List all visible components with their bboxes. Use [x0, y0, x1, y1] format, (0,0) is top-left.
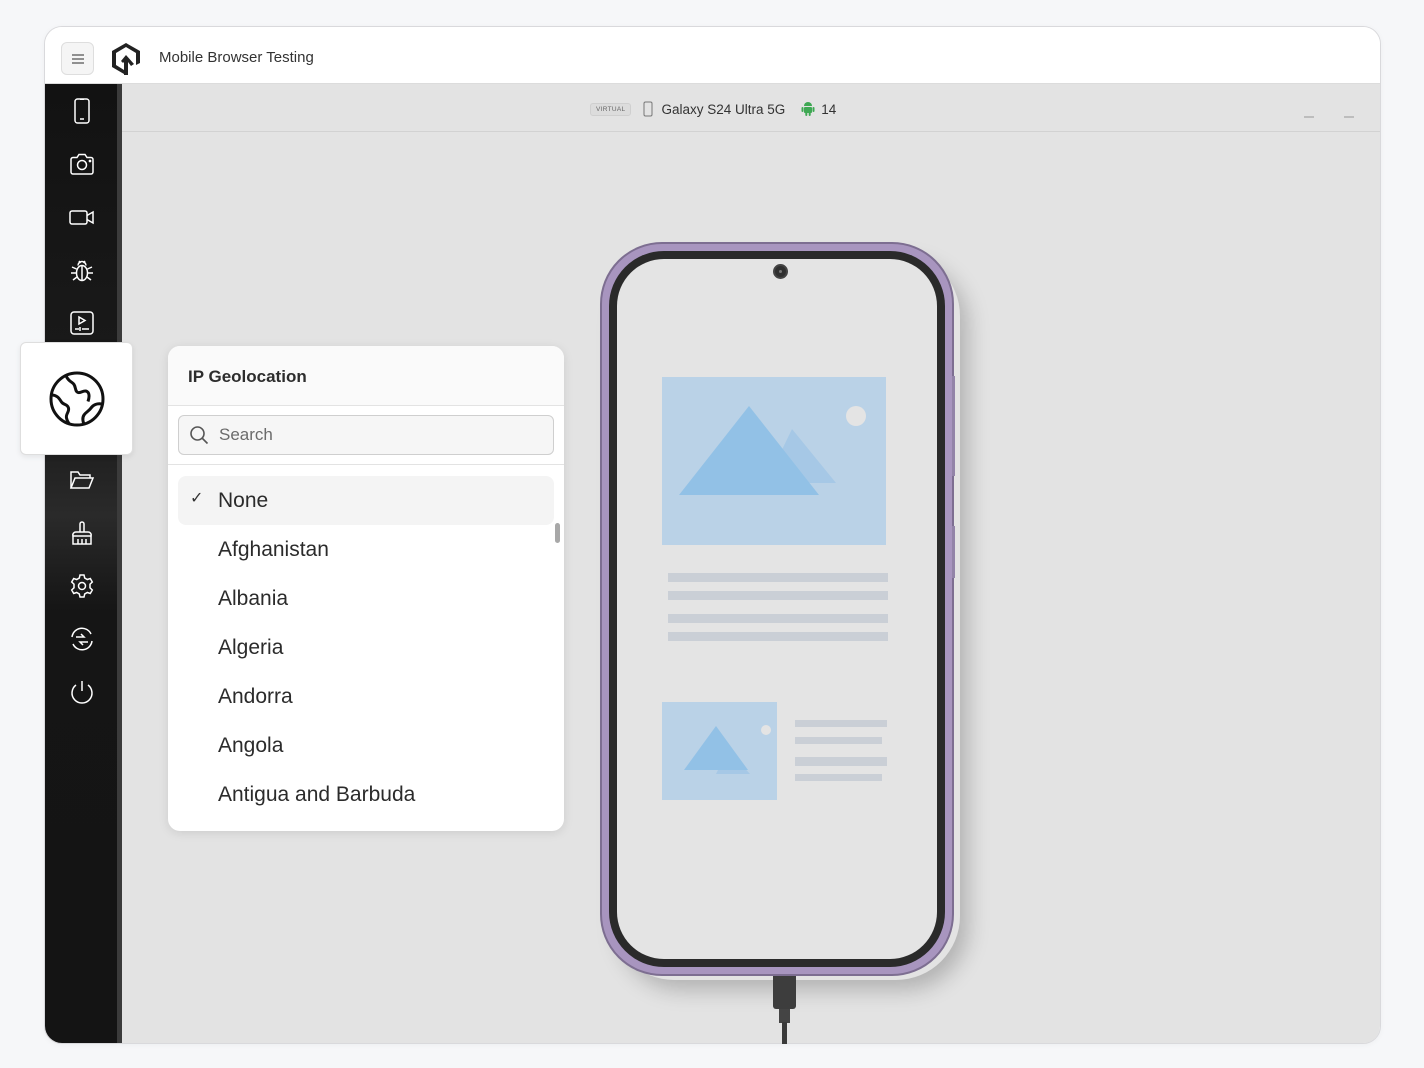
- country-option[interactable]: Afghanistan: [178, 525, 554, 574]
- phone-bezel: [609, 251, 945, 967]
- phone-power-button: [952, 526, 955, 578]
- country-search-input[interactable]: [219, 425, 519, 445]
- placeholder-text-line: [668, 591, 888, 600]
- country-option-none[interactable]: ✓ None: [178, 476, 554, 525]
- option-label: None: [218, 488, 269, 512]
- option-label: Angola: [218, 733, 284, 757]
- device-screen[interactable]: [617, 259, 937, 959]
- country-option[interactable]: Antigua and Barbuda: [178, 770, 554, 819]
- placeholder-text-line: [795, 737, 882, 744]
- menu-button[interactable]: [61, 42, 94, 75]
- sidebar-item-clean-cache[interactable]: [65, 516, 99, 550]
- virtual-badge: VIRTUAL: [590, 102, 632, 116]
- country-option[interactable]: Albania: [178, 574, 554, 623]
- option-label: Albania: [218, 586, 289, 610]
- phone-volume-button: [952, 376, 955, 476]
- sidebar-item-settings[interactable]: [65, 569, 99, 603]
- panel-title: IP Geolocation: [168, 346, 564, 406]
- top-bar: Mobile Browser Testing: [45, 27, 1380, 84]
- sidebar-item-media-playback[interactable]: [65, 306, 99, 340]
- brush-icon: [72, 521, 92, 545]
- sidebar-item-rotate-sync[interactable]: [65, 622, 99, 656]
- video-camera-icon: [69, 210, 94, 225]
- folder-open-icon: [69, 471, 95, 489]
- sidebar-item-end-session[interactable]: [65, 675, 99, 709]
- minimize-control[interactable]: [1304, 116, 1314, 118]
- option-label: Afghanistan: [218, 537, 329, 561]
- sidebar-item-debug[interactable]: [65, 253, 99, 287]
- phone-frame: [600, 242, 954, 976]
- usb-cable-neck: [779, 1009, 790, 1023]
- usb-cable-wire: [782, 1022, 787, 1044]
- power-icon: [71, 681, 93, 704]
- country-option[interactable]: Algeria: [178, 623, 554, 672]
- device-info: VIRTUAL Galaxy S24 Ultra 5G 14: [590, 101, 836, 117]
- sidebar-item-record-video[interactable]: [65, 200, 99, 234]
- phone-outline-icon: [643, 101, 653, 117]
- sync-arrows-icon: [71, 627, 93, 651]
- app-title: Mobile Browser Testing: [159, 49, 314, 66]
- device-name: Galaxy S24 Ultra 5G: [661, 101, 786, 117]
- option-label: Andorra: [218, 684, 293, 708]
- camera-icon: [70, 153, 94, 175]
- lambdatest-logo-icon: [112, 43, 140, 75]
- list-scrollbar[interactable]: [555, 523, 560, 543]
- option-label: Antigua and Barbuda: [218, 782, 416, 806]
- expand-control[interactable]: [1344, 116, 1354, 118]
- search-container: [168, 406, 564, 465]
- os-version: 14: [821, 101, 837, 117]
- sidebar-item-file-upload[interactable]: [65, 463, 99, 497]
- placeholder-text-line: [795, 774, 882, 781]
- hamburger-icon: [71, 53, 84, 64]
- placeholder-text-line: [668, 614, 888, 623]
- mobile-device-icon: [74, 98, 90, 124]
- gear-icon: [70, 574, 94, 598]
- sidebar-item-screenshot[interactable]: [65, 147, 99, 181]
- play-tablet-icon: [70, 311, 94, 335]
- option-label: Algeria: [218, 635, 284, 659]
- android-icon: [801, 102, 815, 116]
- bug-icon: [71, 260, 93, 282]
- front-camera: [773, 264, 788, 279]
- mountain-icon: [684, 725, 771, 774]
- placeholder-text-line: [795, 720, 887, 727]
- checkmark-icon: ✓: [190, 490, 204, 507]
- globe-icon: [49, 371, 104, 426]
- placeholder-text-line: [668, 573, 888, 582]
- ip-geolocation-panel: IP Geolocation ✓ None Afghanistan Albani…: [168, 346, 564, 831]
- placeholder-text-line: [668, 632, 888, 641]
- country-option[interactable]: Andorra: [178, 672, 554, 721]
- sidebar-item-switch-device[interactable]: [65, 94, 99, 128]
- mountain-icon: [679, 406, 866, 495]
- search-box: [178, 415, 554, 455]
- usb-cable-plug: [773, 976, 796, 1009]
- sidebar-item-ip-geolocation[interactable]: [20, 342, 133, 455]
- placeholder-text-line: [795, 757, 887, 766]
- search-icon: [190, 426, 209, 445]
- device-info-bar: VIRTUAL Galaxy S24 Ultra 5G 14: [122, 84, 1380, 132]
- country-option[interactable]: Angola: [178, 721, 554, 770]
- country-list: ✓ None Afghanistan Albania Algeria Andor…: [168, 465, 564, 819]
